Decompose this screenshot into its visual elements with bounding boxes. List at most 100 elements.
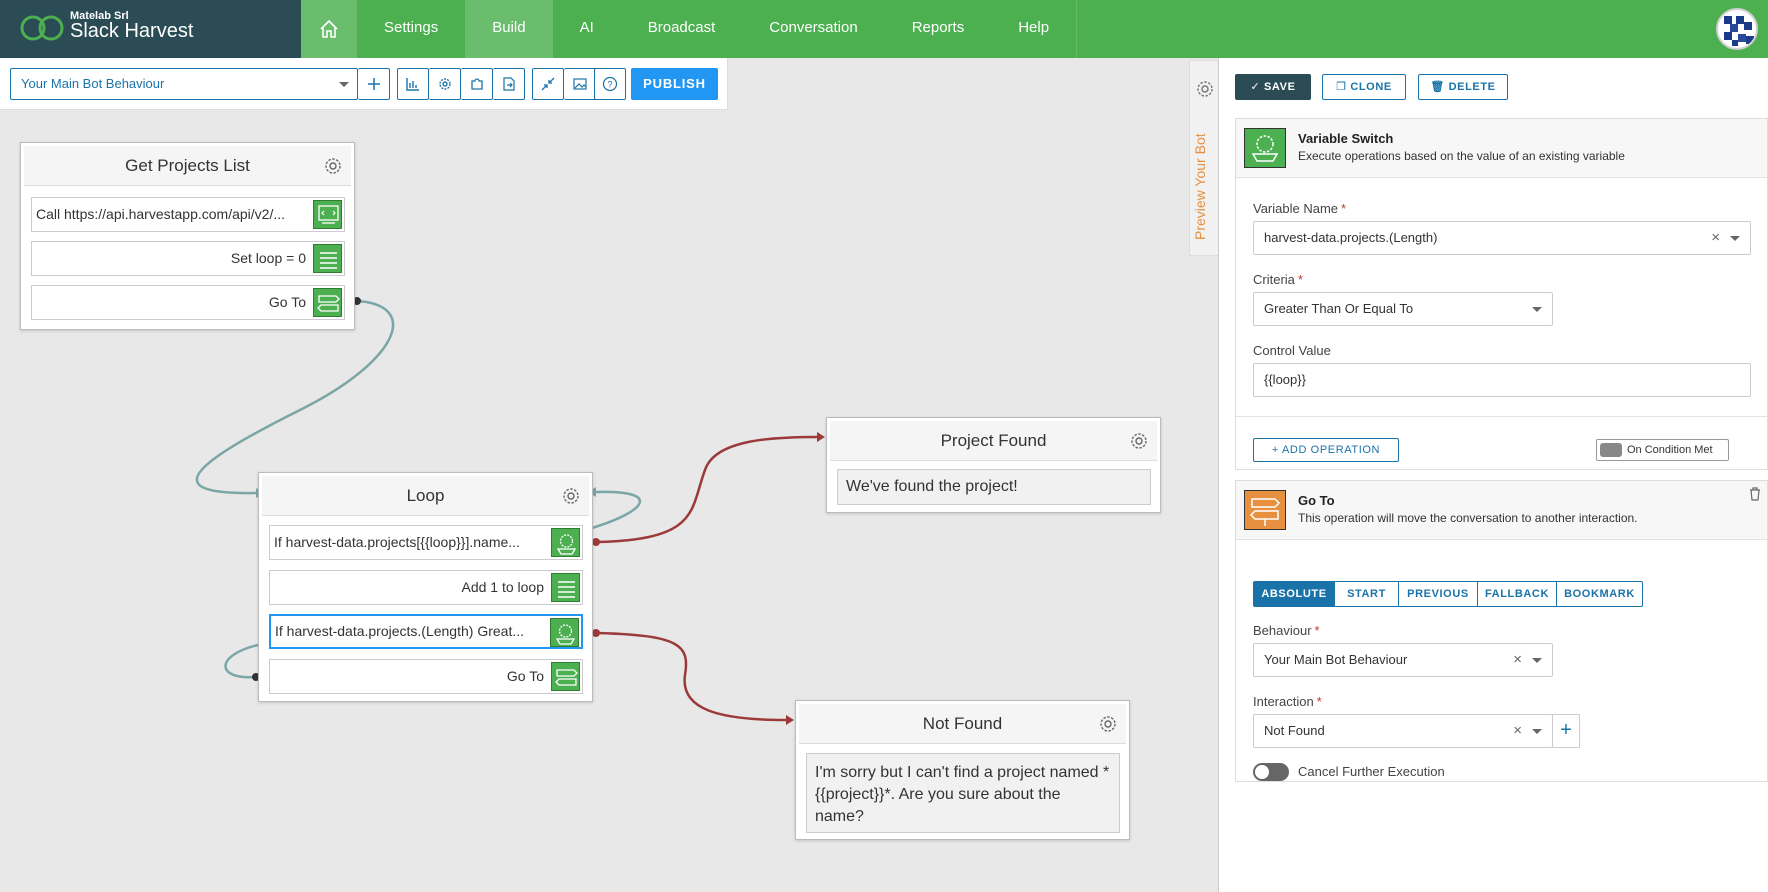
- avatar-pattern-icon: [1724, 16, 1754, 46]
- op-label: Go To: [268, 294, 306, 310]
- nav-home[interactable]: [301, 0, 357, 58]
- chevron-down-icon[interactable]: [1532, 307, 1542, 312]
- stats-button[interactable]: [397, 68, 429, 100]
- op-goto[interactable]: Go To: [269, 659, 583, 694]
- cancel-execution-toggle[interactable]: [1253, 763, 1289, 781]
- flow-canvas[interactable]: Get Projects List Call https://api.harve…: [0, 110, 1218, 892]
- behaviour-label: Behaviour *: [1253, 623, 1320, 638]
- gear-icon: [438, 78, 451, 90]
- chevron-down-icon[interactable]: [1532, 729, 1542, 734]
- operation-panel: ✓ SAVE ❐ CLONE 🗑 DELETE Variable Switch …: [1218, 58, 1768, 892]
- tab-start[interactable]: START: [1334, 582, 1398, 606]
- image-button[interactable]: [564, 68, 596, 100]
- node-title: Project Found: [940, 431, 1047, 450]
- add-interaction-button[interactable]: +: [1552, 714, 1580, 748]
- criteria-value: Greater Than Or Equal To: [1264, 301, 1414, 316]
- plus-icon: +: [1271, 444, 1282, 456]
- switch-icon: [1244, 128, 1286, 168]
- trash-icon[interactable]: [1749, 487, 1761, 501]
- connector-project-found: [595, 435, 818, 544]
- tab-fallback[interactable]: FALLBACK: [1477, 582, 1556, 606]
- clear-icon[interactable]: ×: [1711, 222, 1720, 254]
- add-operation-button[interactable]: + ADD OPERATION: [1253, 438, 1399, 462]
- nav-broadcast[interactable]: Broadcast: [621, 0, 743, 58]
- on-condition-met-button[interactable]: On Condition Met: [1596, 439, 1729, 461]
- message-bubble[interactable]: I'm sorry but I can't find a project nam…: [806, 753, 1120, 833]
- compress-icon: [541, 77, 555, 91]
- op-goto[interactable]: Go To: [31, 285, 345, 320]
- gear-icon[interactable]: [1098, 714, 1118, 734]
- gear-icon[interactable]: [561, 486, 581, 506]
- brand-app-name: Slack Harvest: [70, 20, 194, 42]
- behaviour-select-value: Your Main Bot Behaviour: [21, 76, 165, 91]
- connector-loop-back: [224, 643, 259, 679]
- node-header[interactable]: Project Found: [830, 421, 1157, 461]
- add-interaction-button[interactable]: [358, 68, 390, 100]
- node-header[interactable]: Get Projects List: [24, 146, 351, 186]
- node-not-found[interactable]: Not Found I'm sorry but I can't find a p…: [795, 700, 1130, 840]
- save-label: SAVE: [1263, 81, 1296, 93]
- gear-icon[interactable]: [1129, 431, 1149, 451]
- nav-help[interactable]: Help: [991, 0, 1076, 58]
- brand[interactable]: Matelab Srl Slack Harvest: [0, 0, 301, 58]
- card-description: This operation will move the conversatio…: [1298, 511, 1638, 525]
- help-button[interactable]: ?: [594, 68, 626, 100]
- plugin-button[interactable]: [461, 68, 493, 100]
- copy-icon: ❐: [1336, 81, 1351, 93]
- op-increment[interactable]: Add 1 to loop: [269, 570, 583, 605]
- op-label: Go To: [506, 668, 544, 684]
- trash-icon: 🗑: [1430, 81, 1449, 93]
- node-loop[interactable]: Loop If harvest-data.projects[{{loop}}].…: [258, 472, 593, 702]
- clear-icon[interactable]: ×: [1513, 715, 1522, 747]
- preview-your-bot-label[interactable]: Preview Your Bot: [1192, 127, 1218, 247]
- interaction-select[interactable]: Not Found ×: [1253, 714, 1553, 748]
- nav-build[interactable]: Build: [465, 0, 553, 58]
- signpost-icon: [551, 662, 580, 691]
- behaviour-select[interactable]: Your Main Bot Behaviour: [10, 68, 358, 100]
- nav-ai[interactable]: AI: [553, 0, 621, 58]
- nav-settings[interactable]: Settings: [357, 0, 465, 58]
- chevron-down-icon[interactable]: [1730, 236, 1740, 241]
- tab-previous[interactable]: PREVIOUS: [1398, 582, 1477, 606]
- collapse-button[interactable]: [532, 68, 564, 100]
- behaviour-value: Your Main Bot Behaviour: [1264, 652, 1408, 667]
- gear-icon[interactable]: [1195, 79, 1215, 99]
- variable-name-field[interactable]: harvest-data.projects.(Length) ×: [1253, 221, 1751, 255]
- avatar[interactable]: [1716, 8, 1758, 50]
- clone-button[interactable]: ❐ CLONE: [1322, 74, 1406, 100]
- delete-button[interactable]: 🗑 DELETE: [1418, 74, 1508, 100]
- op-label: Add 1 to loop: [461, 579, 544, 595]
- card-title: Variable Switch: [1298, 131, 1394, 146]
- tab-absolute[interactable]: ABSOLUTE: [1254, 582, 1334, 606]
- node-header[interactable]: Loop: [262, 476, 589, 516]
- message-bubble[interactable]: We've found the project!: [837, 469, 1151, 505]
- tab-bookmark[interactable]: BOOKMARK: [1556, 582, 1642, 606]
- logo-icon: [20, 15, 64, 41]
- chevron-down-icon[interactable]: [1532, 658, 1542, 663]
- clear-icon[interactable]: ×: [1513, 644, 1522, 676]
- svg-text:?: ?: [607, 80, 612, 90]
- top-bar: Matelab Srl Slack Harvest Settings Build…: [0, 0, 1768, 58]
- node-header[interactable]: Not Found: [799, 704, 1126, 744]
- interaction-value: Not Found: [1264, 723, 1325, 738]
- preview-tab[interactable]: Preview Your Bot: [1189, 60, 1219, 256]
- criteria-select[interactable]: Greater Than Or Equal To: [1253, 292, 1553, 326]
- nav-reports[interactable]: Reports: [885, 0, 992, 58]
- node-project-found[interactable]: Project Found We've found the project!: [826, 417, 1161, 513]
- behaviour-select[interactable]: Your Main Bot Behaviour ×: [1253, 643, 1553, 677]
- save-button[interactable]: ✓ SAVE: [1235, 74, 1311, 100]
- op-api-call[interactable]: Call https://api.harvestapp.com/api/v2/.…: [31, 197, 345, 232]
- export-button[interactable]: [493, 68, 525, 100]
- criteria-label: Criteria *: [1253, 272, 1303, 287]
- publish-button[interactable]: PUBLISH: [631, 68, 718, 100]
- gear-icon[interactable]: [323, 156, 343, 176]
- node-title: Loop: [406, 486, 445, 505]
- control-value-input[interactable]: {{loop}}: [1253, 363, 1751, 397]
- op-set-variable[interactable]: Set loop = 0: [31, 241, 345, 276]
- settings-button[interactable]: [429, 68, 461, 100]
- op-label: If harvest-data.projects.(Length) Great.…: [275, 623, 525, 639]
- op-variable-switch-length[interactable]: If harvest-data.projects.(Length) Great.…: [269, 614, 583, 649]
- nav-conversation[interactable]: Conversation: [742, 0, 884, 58]
- node-get-projects-list[interactable]: Get Projects List Call https://api.harve…: [20, 142, 355, 330]
- op-variable-switch-name[interactable]: If harvest-data.projects[{{loop}}].name.…: [269, 525, 583, 560]
